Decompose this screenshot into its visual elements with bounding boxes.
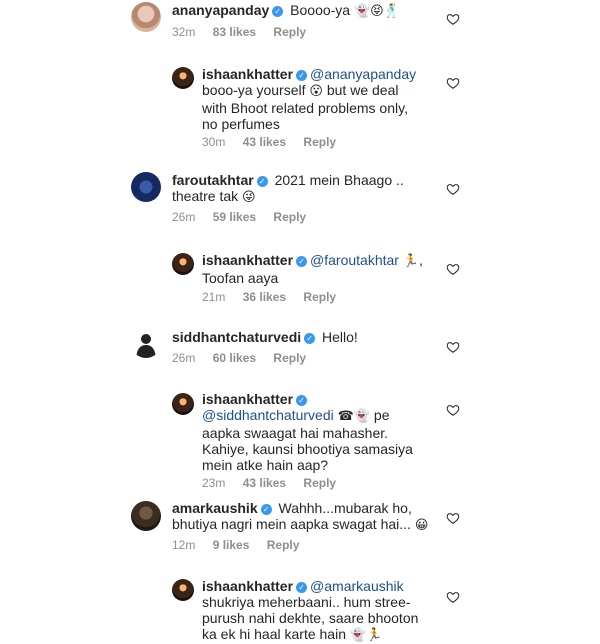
avatar[interactable] xyxy=(172,579,194,601)
likes-count[interactable]: 60 likes xyxy=(213,351,256,365)
reply-button[interactable]: Reply xyxy=(273,25,306,39)
comment-body: bhutiya nagri mein aapka swagat hai... xyxy=(172,516,411,532)
verified-badge-icon: ✓ xyxy=(304,333,316,344)
emoji: 😀 xyxy=(414,518,429,533)
comment-meta: 26m 59 likes Reply xyxy=(172,210,320,224)
comment-body: booo-ya yourself xyxy=(202,82,306,98)
mention-link[interactable]: @faroutakhtar xyxy=(310,252,399,268)
username[interactable]: siddhantchaturvedi xyxy=(172,329,301,345)
reply-button[interactable]: Reply xyxy=(267,538,300,552)
comment-body: shukriya meherbaani.. hum stree- xyxy=(202,594,411,610)
comment-meta: 21m 36 likes Reply xyxy=(202,290,350,304)
avatar[interactable] xyxy=(172,253,194,275)
likes-count[interactable]: 36 likes xyxy=(243,290,286,304)
mention-link[interactable]: @amarkaushik xyxy=(310,578,404,594)
comment-body: 2021 mein Bhaago .. xyxy=(274,172,404,188)
comment-body: Hello! xyxy=(322,329,358,345)
verified-badge-icon: ✓ xyxy=(260,504,272,515)
timestamp[interactable]: 26m xyxy=(172,351,195,365)
comment-meta: 30m 43 likes Reply xyxy=(202,135,350,149)
comment-body: but we deal xyxy=(326,82,399,98)
comment-meta: 12m 9 likes Reply xyxy=(172,538,313,552)
mention-link[interactable]: @siddhantchaturvedi xyxy=(202,407,334,423)
heart-outline-icon[interactable] xyxy=(446,340,460,354)
likes-count[interactable]: 43 likes xyxy=(243,476,286,490)
username[interactable]: ishaankhatter xyxy=(202,391,293,407)
heart-outline-icon[interactable] xyxy=(446,262,460,276)
timestamp[interactable]: 12m xyxy=(172,538,195,552)
verified-badge-icon: ✓ xyxy=(272,6,284,17)
comment-meta: 23m 43 likes Reply xyxy=(202,476,350,490)
emoji: 😜 xyxy=(242,190,256,205)
timestamp[interactable]: 21m xyxy=(202,290,225,304)
likes-count[interactable]: 83 likes xyxy=(213,25,256,39)
reply-button[interactable]: Reply xyxy=(303,290,336,304)
mention-link[interactable]: @ananyapanday xyxy=(310,66,416,82)
verified-badge-icon: ✓ xyxy=(256,176,268,187)
emoji: ☎👻 xyxy=(337,409,371,424)
avatar[interactable] xyxy=(131,501,161,531)
comment-text: ishaankhatter ✓ @amarkaushik shukriya mehe… xyxy=(202,578,418,644)
comment-meta: 32m 83 likes Reply xyxy=(172,25,320,39)
likes-count[interactable]: 9 likes xyxy=(213,538,250,552)
timestamp[interactable]: 30m xyxy=(202,135,225,149)
reply-button[interactable]: Reply xyxy=(303,476,336,490)
avatar[interactable] xyxy=(172,67,194,89)
emoji: 👻🏃 xyxy=(349,628,383,643)
heart-outline-icon[interactable] xyxy=(446,182,460,196)
username[interactable]: amarkaushik xyxy=(172,500,258,516)
reply-button[interactable]: Reply xyxy=(273,210,306,224)
likes-count[interactable]: 43 likes xyxy=(243,135,286,149)
comment-body: theatre tak xyxy=(172,188,239,204)
verified-badge-icon: ✓ xyxy=(296,70,308,81)
heart-outline-icon[interactable] xyxy=(446,12,460,26)
avatar[interactable] xyxy=(131,328,161,358)
comment-body: no perfumes xyxy=(202,116,280,132)
timestamp[interactable]: 26m xyxy=(172,210,195,224)
comment-body: mein atke hain aap? xyxy=(202,457,329,473)
username[interactable]: ishaankhatter xyxy=(202,578,293,594)
comment-body: Boooo-ya xyxy=(290,2,351,18)
comment-text: siddhantchaturvedi ✓ Hello! xyxy=(172,329,358,345)
avatar[interactable] xyxy=(131,172,161,202)
comment-text: ananyapanday ✓ Boooo-ya 👻😝🕺 xyxy=(172,2,400,20)
likes-count[interactable]: 59 likes xyxy=(213,210,256,224)
heart-outline-icon[interactable] xyxy=(446,76,460,90)
comment-text: ishaankhatter ✓ @faroutakhtar 🏃, Toofan aa… xyxy=(202,252,423,286)
username[interactable]: ananyapanday xyxy=(172,2,269,18)
comment-meta: 26m 60 likes Reply xyxy=(172,351,320,365)
verified-badge-icon: ✓ xyxy=(296,582,308,593)
timestamp[interactable]: 23m xyxy=(202,476,225,490)
comment-text: ishaankhatter ✓ @ananyapanday booo-ya your… xyxy=(202,66,416,132)
comment-text: ishaankhatter ✓ @siddhantchaturvedi ☎👻 pe… xyxy=(202,391,413,473)
username[interactable]: ishaankhatter xyxy=(202,252,293,268)
heart-outline-icon[interactable] xyxy=(446,403,460,417)
comment-body: Kahiye, kaunsi bhootiya samasiya xyxy=(202,441,413,457)
emoji: 😮 xyxy=(309,84,323,99)
emoji: 👻😝🕺 xyxy=(353,4,400,19)
comment-body: pe xyxy=(373,407,390,423)
heart-outline-icon[interactable] xyxy=(446,511,460,525)
emoji: 🏃 xyxy=(402,254,420,269)
avatar[interactable] xyxy=(131,2,161,32)
comment-text: faroutakhtar ✓ 2021 mein Bhaago .. theatr… xyxy=(172,172,404,206)
verified-badge-icon: ✓ xyxy=(296,256,308,267)
reply-button[interactable]: Reply xyxy=(303,135,336,149)
comment-text: amarkaushik ✓ Wahhh...mubarak ho, bhutiya… xyxy=(172,500,428,534)
comment-body: Toofan aaya xyxy=(202,270,279,286)
comment-body: Wahhh...mubarak ho, xyxy=(278,500,412,516)
username[interactable]: faroutakhtar xyxy=(172,172,254,188)
comment-body: aapka swaagat hai mahasher. xyxy=(202,425,389,441)
verified-badge-icon: ✓ xyxy=(296,395,308,406)
comment-body: with Bhoot related problems only, xyxy=(202,100,408,116)
comment-body: purush nahi dekhte, saare bhooton xyxy=(202,610,419,626)
reply-button[interactable]: Reply xyxy=(273,351,306,365)
username[interactable]: ishaankhatter xyxy=(202,66,293,82)
timestamp[interactable]: 32m xyxy=(172,25,195,39)
heart-outline-icon[interactable] xyxy=(446,590,460,604)
avatar[interactable] xyxy=(172,393,194,415)
